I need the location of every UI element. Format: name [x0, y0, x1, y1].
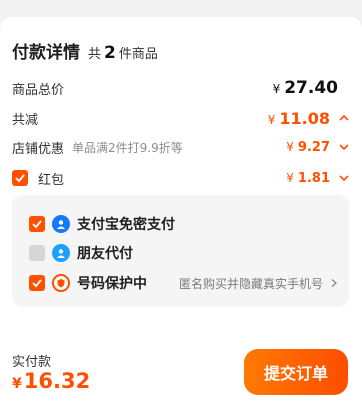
discount-row[interactable]: 共减 ¥11.08 — [12, 107, 350, 129]
red-packet-row[interactable]: 红包 ¥1.81 — [12, 167, 350, 189]
number-protect-checkbox[interactable] — [29, 275, 45, 291]
shield-icon — [52, 274, 70, 292]
payment-option-alipay[interactable]: 支付宝免密支付 — [29, 214, 339, 234]
header: 付款详情 共 2 件商品 — [12, 38, 158, 63]
payment-option-friend[interactable]: 朋友代付 — [29, 243, 339, 263]
check-icon — [32, 279, 42, 288]
number-protect-label: 号码保护中 — [77, 276, 147, 292]
shop-discount-value: ¥9.27 — [286, 139, 330, 155]
discount-value: ¥11.08 — [267, 108, 330, 128]
friend-pay-checkbox[interactable] — [29, 245, 45, 261]
item-count: 共 2 件商品 — [88, 43, 158, 63]
payment-options: 支付宝免密支付 朋友代付 号码保护中 匿名购买并隐藏真实手机号 — [12, 195, 349, 307]
check-icon — [32, 220, 42, 229]
alipay-user-icon — [52, 215, 70, 233]
total-price-value: ¥27.40 — [272, 78, 338, 98]
alipay-label: 支付宝免密支付 — [77, 217, 175, 233]
red-packet-label: 红包 — [38, 172, 65, 188]
friend-pay-icon — [52, 244, 70, 262]
red-packet-checkbox[interactable] — [12, 170, 28, 186]
chevron-up-icon[interactable] — [338, 112, 350, 124]
chevron-down-icon[interactable] — [338, 141, 350, 153]
alipay-checkbox[interactable] — [29, 216, 45, 232]
red-packet-value: ¥1.81 — [286, 170, 330, 186]
payment-option-number-protect[interactable]: 号码保护中 匿名购买并隐藏真实手机号 — [29, 273, 339, 293]
shop-discount-row[interactable]: 店铺优惠 单品满2件打9.9折等 ¥9.27 — [12, 136, 350, 158]
shop-discount-label: 店铺优惠 — [12, 141, 65, 157]
page-title: 付款详情 — [12, 43, 80, 63]
friend-pay-label: 朋友代付 — [77, 246, 133, 262]
amount-due-value: ¥16.32 — [12, 369, 91, 393]
amount-due-label: 实付款 — [12, 355, 52, 370]
count-suffix: 件商品 — [118, 47, 158, 62]
total-price-row: 商品总价 ¥27.40 — [12, 77, 350, 99]
number-protect-note[interactable]: 匿名购买并隐藏真实手机号 — [179, 275, 339, 292]
discount-label: 共减 — [12, 112, 39, 128]
chevron-right-icon — [331, 278, 338, 288]
shop-discount-desc: 单品满2件打9.9折等 — [72, 140, 183, 155]
submit-order-button[interactable]: 提交订单 — [244, 349, 348, 395]
count-prefix: 共 — [88, 47, 102, 62]
total-price-label: 商品总价 — [12, 82, 65, 98]
check-icon — [15, 174, 25, 183]
chevron-down-icon[interactable] — [338, 172, 350, 184]
count-value: 2 — [104, 43, 116, 63]
payment-details-card: 付款详情 共 2 件商品 商品总价 ¥27.40 共减 ¥11.08 店铺优惠 — [0, 17, 362, 402]
